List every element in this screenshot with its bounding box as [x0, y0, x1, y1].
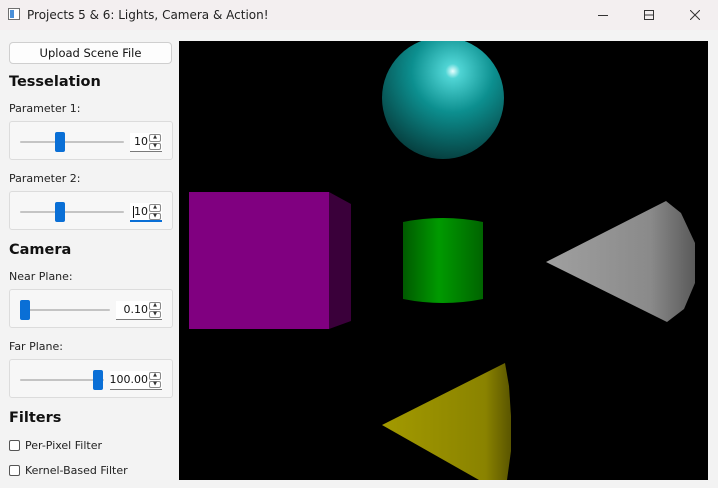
minimize-icon — [598, 15, 608, 16]
close-button[interactable] — [672, 0, 718, 30]
spin-down-icon[interactable]: ▼ — [149, 142, 161, 150]
window-title: Projects 5 & 6: Lights, Camera & Action! — [27, 8, 269, 22]
cube-object — [189, 192, 351, 329]
minimize-button[interactable] — [580, 0, 626, 30]
parameter-1-value: 10 — [134, 135, 148, 148]
parameter-2-slider-handle[interactable] — [55, 202, 65, 222]
maximize-button[interactable] — [626, 0, 672, 30]
near-plane-spinbox[interactable]: 0.10 ▲ ▼ — [116, 301, 162, 320]
far-plane-slider-track[interactable] — [20, 379, 104, 381]
near-plane-value: 0.10 — [123, 303, 149, 316]
parameter-2-group: 10 ▲ ▼ — [9, 191, 173, 230]
parameter-1-slider-track[interactable] — [20, 141, 124, 143]
parameter-1-group: 10 ▲ ▼ — [9, 121, 173, 160]
gray-cone-object — [546, 201, 695, 322]
yellow-cone-object — [382, 363, 511, 480]
parameter-2-label: Parameter 2: — [9, 172, 81, 185]
spin-up-icon[interactable]: ▲ — [149, 302, 161, 310]
spin-down-icon[interactable]: ▼ — [149, 380, 161, 388]
maximize-icon — [644, 10, 654, 20]
parameter-2-slider-track[interactable] — [20, 211, 124, 213]
parameter-1-label: Parameter 1: — [9, 102, 81, 115]
spin-up-icon[interactable]: ▲ — [149, 204, 161, 212]
near-plane-slider-handle[interactable] — [20, 300, 30, 320]
kernel-filter-row[interactable]: Kernel-Based Filter — [9, 464, 128, 477]
near-plane-group: 0.10 ▲ ▼ — [9, 289, 173, 328]
near-plane-slider-track[interactable] — [20, 309, 110, 311]
far-plane-label: Far Plane: — [9, 340, 63, 353]
app-icon — [8, 8, 20, 20]
close-icon — [690, 10, 700, 20]
per-pixel-filter-row[interactable]: Per-Pixel Filter — [9, 439, 102, 452]
kernel-filter-checkbox[interactable] — [9, 465, 20, 476]
control-panel: Upload Scene File Tesselation Parameter … — [0, 30, 178, 488]
parameter-2-value: 10 — [134, 205, 148, 218]
tesselation-heading: Tesselation — [9, 74, 101, 90]
sphere-object — [382, 41, 504, 159]
filters-heading: Filters — [9, 410, 62, 426]
spin-up-icon[interactable]: ▲ — [149, 134, 161, 142]
spin-down-icon[interactable]: ▼ — [149, 212, 161, 220]
upload-scene-button[interactable]: Upload Scene File — [9, 42, 172, 64]
kernel-filter-label: Kernel-Based Filter — [25, 464, 128, 477]
far-plane-group: 100.00 ▲ ▼ — [9, 359, 173, 398]
parameter-1-slider-handle[interactable] — [55, 132, 65, 152]
near-plane-label: Near Plane: — [9, 270, 73, 283]
parameter-1-spinbox[interactable]: 10 ▲ ▼ — [130, 133, 162, 152]
cylinder-object — [403, 218, 483, 303]
render-viewport[interactable] — [179, 41, 708, 480]
spin-up-icon[interactable]: ▲ — [149, 372, 161, 380]
parameter-2-spinbox[interactable]: 10 ▲ ▼ — [130, 203, 162, 222]
spin-down-icon[interactable]: ▼ — [149, 310, 161, 318]
far-plane-value: 100.00 — [109, 373, 149, 386]
far-plane-spinbox[interactable]: 100.00 ▲ ▼ — [110, 371, 162, 390]
per-pixel-filter-label: Per-Pixel Filter — [25, 439, 102, 452]
camera-heading: Camera — [9, 242, 72, 258]
far-plane-slider-handle[interactable] — [93, 370, 103, 390]
per-pixel-filter-checkbox[interactable] — [9, 440, 20, 451]
